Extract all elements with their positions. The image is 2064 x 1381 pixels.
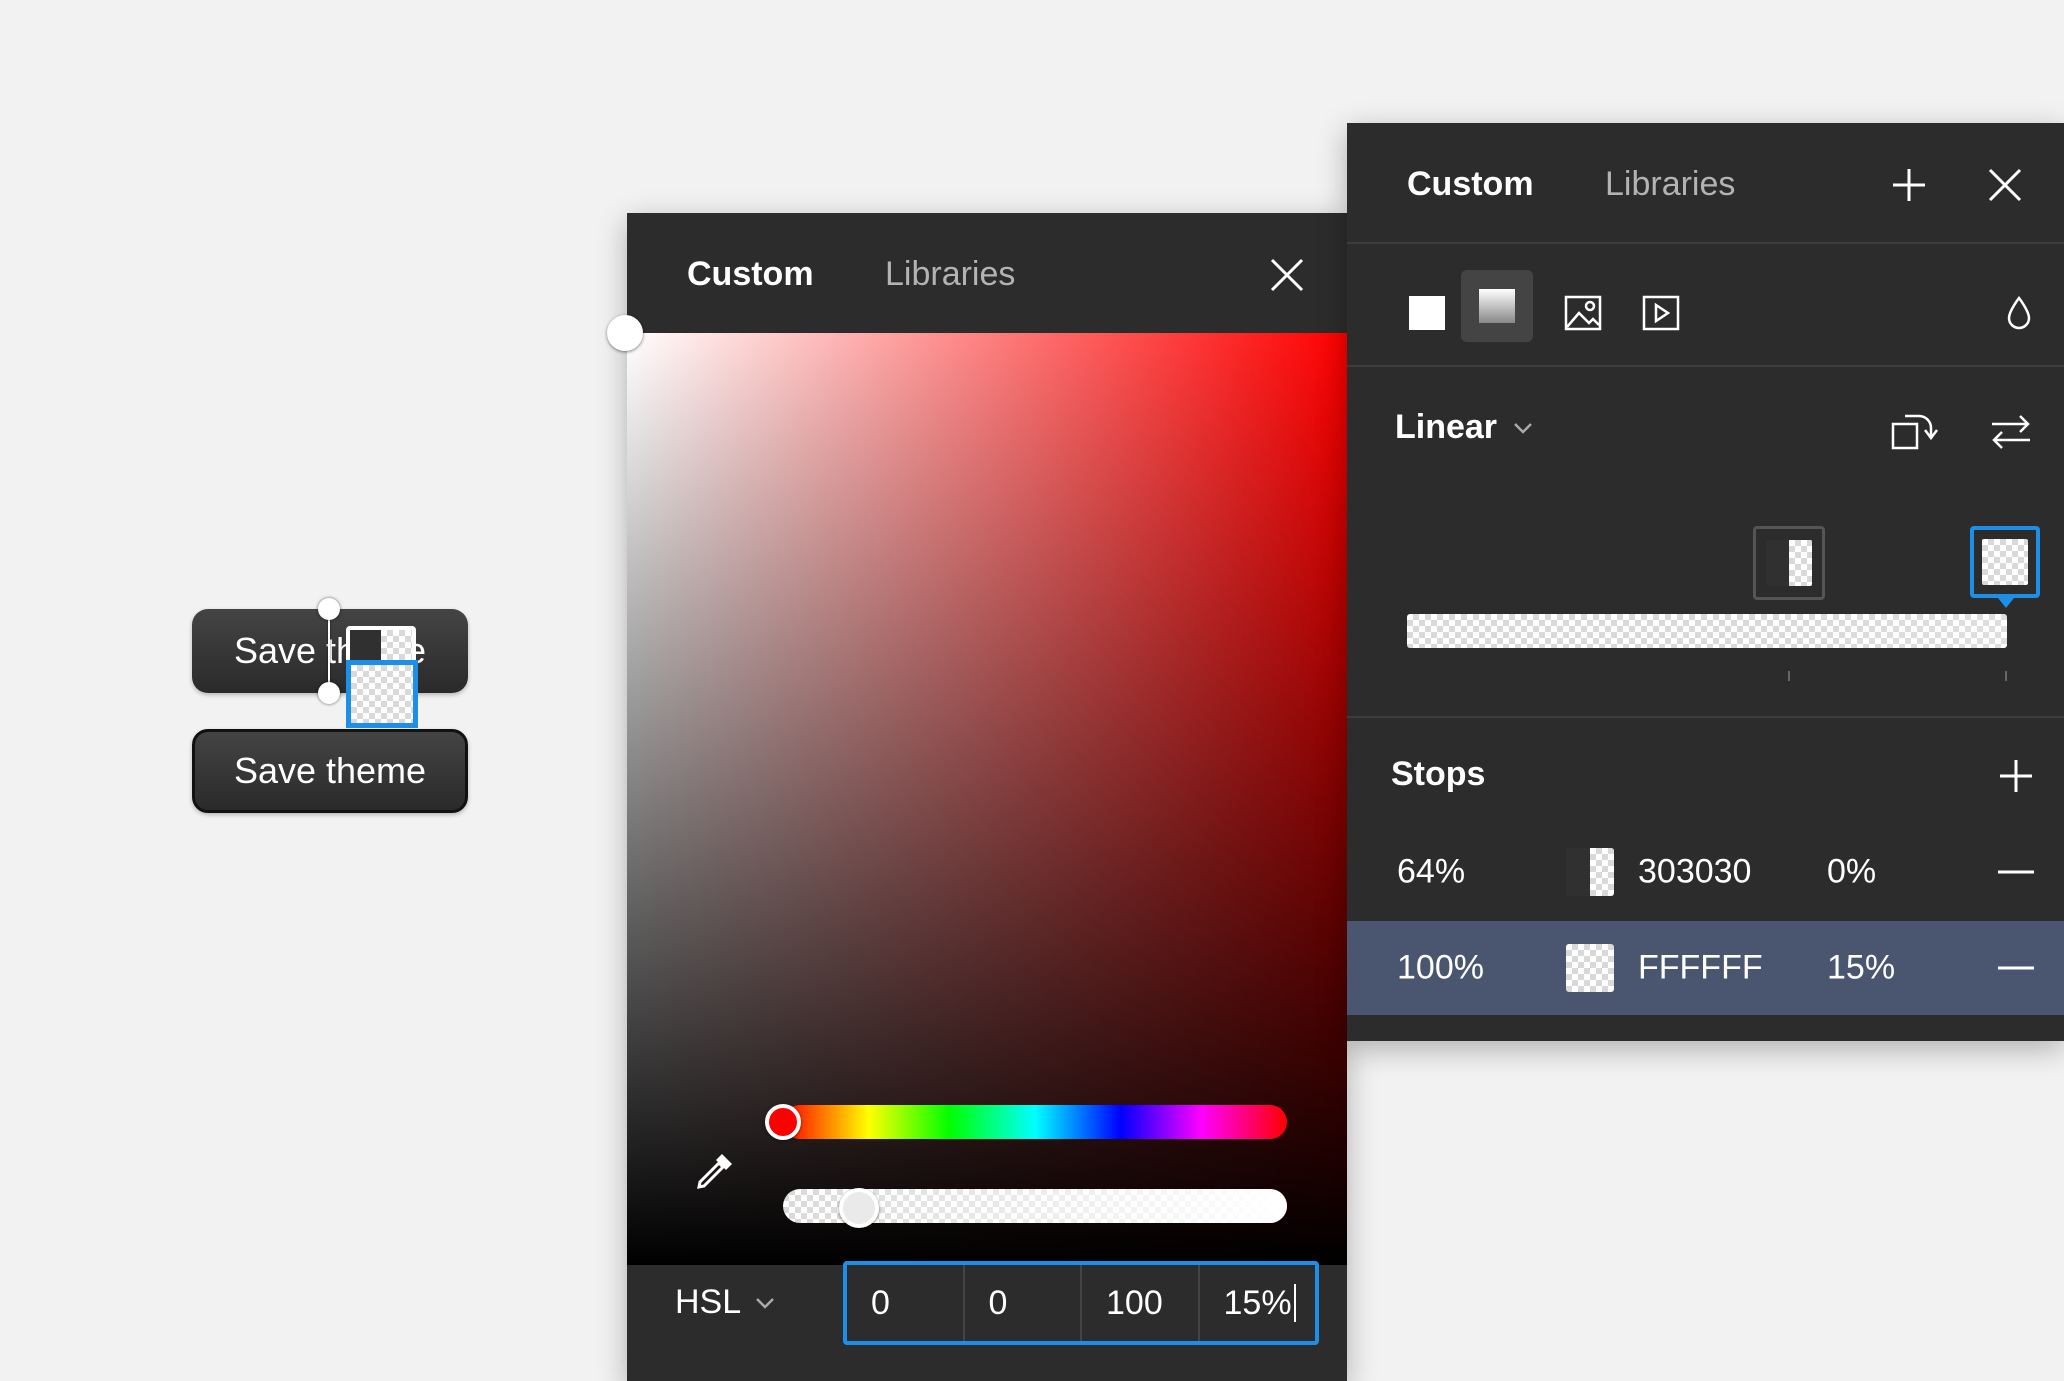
save-theme-label-2: Save theme [233,750,427,791]
save-theme-button-1[interactable]: Save theme [192,609,468,693]
close-icon[interactable] [1981,161,2029,209]
alpha-input[interactable]: 15% [1200,1265,1316,1341]
eyedropper-icon[interactable] [687,1143,743,1199]
gradient-type-select[interactable]: Linear [1395,408,1533,447]
stop-opacity[interactable]: 0% [1827,853,1876,892]
stop-row-2[interactable]: 100% FFFFFF 15% [1347,921,2064,1015]
gradient-handle-start[interactable] [318,598,340,620]
color-mode-select[interactable]: HSL [675,1283,775,1322]
picker-tab-custom[interactable]: Custom [687,255,814,294]
text-caret [1293,1284,1296,1322]
stop-tick-2 [2005,671,2007,681]
saturation-input[interactable]: 0 [965,1265,1082,1341]
fill-panel: Custom Libraries Linear Stops 64% 303030… [1347,123,2064,1041]
gradient-fill-icon[interactable] [1461,270,1533,342]
hsl-input-group: 0 0 100 15% [843,1261,1319,1345]
color-picker-panel: Custom Libraries HSL 0 0 100 15% [607,213,1347,1381]
gradient-handle-line [328,610,330,692]
remove-stop-icon[interactable] [1989,941,2043,995]
blend-mode-icon[interactable] [1989,283,2049,343]
gradient-type-label: Linear [1395,408,1498,446]
picker-tab-libraries[interactable]: Libraries [885,255,1015,294]
gradient-stop-handle-2[interactable] [1970,526,2040,598]
stop-tick-1 [1788,671,1790,681]
fill-tab-custom[interactable]: Custom [1407,165,1534,204]
close-icon[interactable] [1263,251,1311,299]
remove-stop-icon[interactable] [1989,845,2043,899]
swap-icon[interactable] [1981,401,2041,461]
stop-position[interactable]: 100% [1397,949,1484,988]
gradient-stop-handle-1[interactable] [1753,526,1825,600]
gradient-stop-marker-selected[interactable] [346,660,418,728]
gradient-stop-pointer [1998,598,2014,608]
gradient-handle-end[interactable] [318,682,340,704]
chevron-down-icon [1514,422,1532,434]
rotate-icon[interactable] [1885,401,1945,461]
stop-position[interactable]: 64% [1397,853,1465,892]
stop-swatch[interactable] [1566,848,1614,896]
lightness-input[interactable]: 100 [1082,1265,1200,1341]
image-fill-icon[interactable] [1553,283,1613,343]
gradient-preview-bar[interactable] [1407,614,2007,648]
hue-slider[interactable] [783,1105,1287,1139]
add-icon[interactable] [1885,161,1933,209]
fill-tab-libraries[interactable]: Libraries [1605,165,1735,204]
stop-row-1[interactable]: 64% 303030 0% [1347,825,2064,919]
hue-input[interactable]: 0 [847,1265,965,1341]
stop-hex[interactable]: FFFFFF [1638,949,1763,988]
stop-swatch[interactable] [1566,944,1614,992]
add-stop-icon[interactable] [1989,749,2043,803]
video-fill-icon[interactable] [1631,283,1691,343]
save-theme-button-2[interactable]: Save theme [192,729,468,813]
solid-fill-icon[interactable] [1397,283,1457,343]
stops-heading: Stops [1391,755,1486,793]
alpha-slider-thumb[interactable] [838,1188,879,1228]
stop-hex[interactable]: 303030 [1638,853,1751,892]
sv-cursor[interactable] [607,315,643,351]
chevron-down-icon [756,1297,775,1309]
stop-opacity[interactable]: 15% [1827,949,1895,988]
hue-slider-thumb[interactable] [765,1104,801,1140]
color-mode-label: HSL [675,1283,742,1321]
